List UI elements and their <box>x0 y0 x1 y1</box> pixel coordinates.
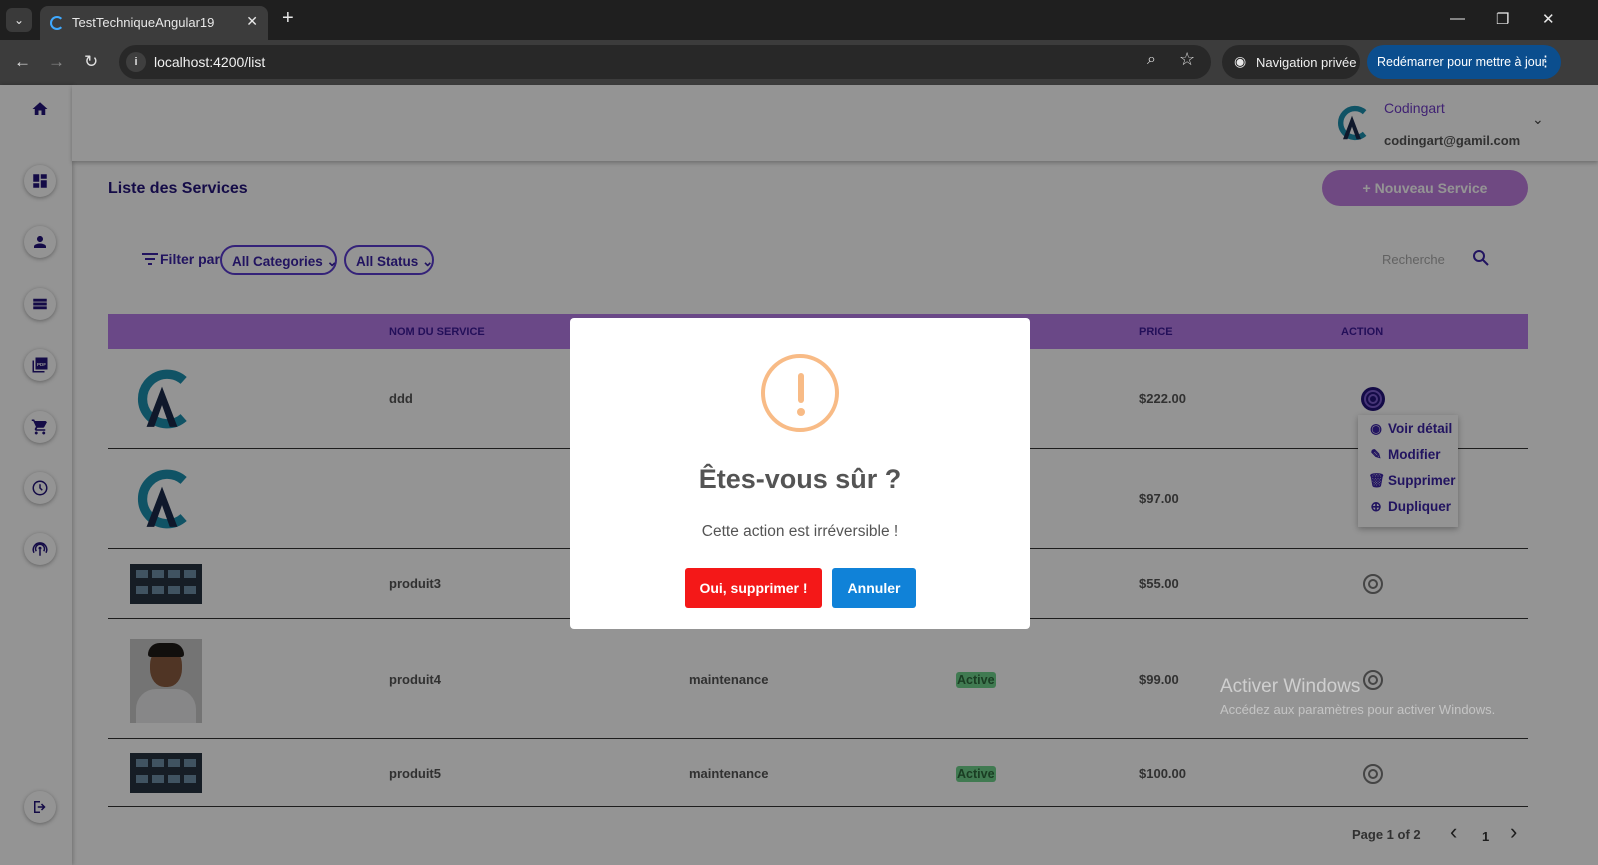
browser-tabbar: ⌄ TestTechniqueAngular19 ✕ + — ❐ ✕ <box>0 0 1598 40</box>
url-text[interactable]: localhost:4200/list <box>154 54 265 70</box>
site-info-icon[interactable]: i <box>126 52 146 72</box>
tab-list-button[interactable]: ⌄ <box>6 8 32 32</box>
windows-activation-title: Activer Windows <box>1220 676 1361 697</box>
dialog-title: Êtes-vous sûr ? <box>698 464 902 494</box>
bookmark-star-icon[interactable]: ☆ <box>1179 49 1195 70</box>
browser-toolbar: ← → ↻ i localhost:4200/list ⌕ ☆ ◉ Naviga… <box>0 40 1598 85</box>
zoom-icon[interactable]: ⌕ <box>1147 51 1156 69</box>
cancel-button[interactable]: Annuler <box>832 568 916 608</box>
browser-tab[interactable]: TestTechniqueAngular19 ✕ <box>40 6 268 40</box>
private-browsing-label: Navigation privée <box>1256 55 1357 70</box>
window-close-button[interactable]: ✕ <box>1542 10 1555 28</box>
incognito-icon: ◉ <box>1234 53 1247 69</box>
update-label: Redémarrer pour mettre à jour <box>1377 55 1546 69</box>
new-tab-button[interactable]: + <box>282 7 294 30</box>
windows-activation-text: Accédez aux paramètres pour activer Wind… <box>1220 702 1496 717</box>
confirm-dialog: Êtes-vous sûr ? Cette action est irréver… <box>570 318 1030 629</box>
forward-arrow-icon[interactable]: → <box>48 52 65 72</box>
tab-title: TestTechniqueAngular19 <box>72 15 215 30</box>
confirm-delete-button[interactable]: Oui, supprimer ! <box>685 568 822 608</box>
window-restore-button[interactable]: ❐ <box>1496 10 1509 28</box>
private-browsing-pill[interactable]: ◉ Navigation privée <box>1222 45 1360 79</box>
window-minimize-button[interactable]: — <box>1450 10 1465 27</box>
back-arrow-icon[interactable]: ← <box>14 52 31 72</box>
reload-icon[interactable]: ↻ <box>84 52 98 72</box>
tab-close-icon[interactable]: ✕ <box>246 13 258 30</box>
address-bar[interactable]: i localhost:4200/list ⌕ ☆ <box>119 45 1211 79</box>
menu-kebab-icon[interactable]: ⋮ <box>1538 52 1553 70</box>
angular-favicon-icon <box>50 16 64 30</box>
warning-icon <box>761 354 839 432</box>
dialog-message: Cette action est irréversible ! <box>701 523 899 540</box>
update-button[interactable]: Redémarrer pour mettre à jour ⋮ <box>1367 45 1561 79</box>
